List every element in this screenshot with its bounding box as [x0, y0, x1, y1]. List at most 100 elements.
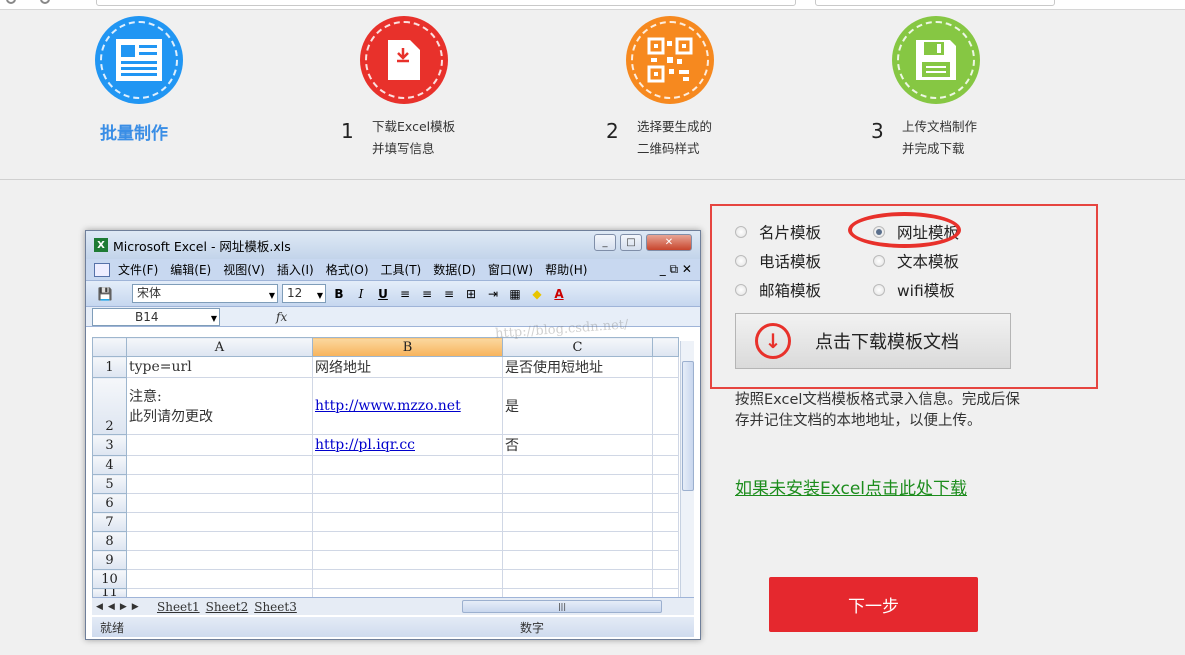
excel-example-window: X Microsoft Excel - 网址模板.xls _ □ ✕ 文件(F)… — [85, 230, 701, 640]
cell: 注意: 此列请勿更改 — [126, 377, 313, 435]
chevron-down-icon: ▼ — [316, 291, 323, 300]
row-header: 3 — [92, 434, 127, 456]
option-card-template[interactable]: 名片模板 — [735, 221, 821, 243]
step1-line1: 下载Excel模板 — [372, 119, 456, 134]
indent-icon: ⇥ — [487, 286, 499, 301]
radio-unchecked[interactable] — [735, 255, 747, 267]
font-color-icon: A — [554, 286, 564, 301]
qr-code-icon — [647, 37, 693, 83]
step2-text: 选择要生成的 二维码样式 — [637, 116, 712, 160]
excel-window-title: Microsoft Excel - 网址模板.xls — [113, 238, 291, 254]
table-row: 5 — [92, 474, 679, 494]
table-row: 3 http://pl.iqr.cc 否 — [92, 434, 679, 456]
column-header: C — [502, 337, 653, 357]
fx-icon: fx — [276, 309, 288, 324]
option-wifi-template[interactable]: wifi模板 — [873, 279, 955, 301]
menu-insert: 插入(I) — [276, 263, 314, 277]
refresh-icon[interactable] — [40, 0, 50, 4]
sheet-tabs-bar: ◀◀▶▶ Sheet1 Sheet2 Sheet3 ||| — [92, 597, 694, 615]
menu-view: 视图(V) — [223, 263, 265, 277]
step1-number: 1 — [341, 119, 354, 143]
row-header: 7 — [92, 512, 127, 532]
radio-unchecked[interactable] — [735, 284, 747, 296]
highlight-ring — [848, 212, 961, 248]
table-row: 6 — [92, 493, 679, 513]
menu-file: 文件(F) — [118, 263, 159, 277]
font-size-select: 12 ▼ — [282, 284, 326, 303]
excel-status-bar: 就绪 数字 — [92, 617, 694, 637]
back-icon[interactable] — [6, 0, 16, 4]
save-floppy-icon — [916, 40, 956, 80]
horizontal-scroll-thumb: ||| — [462, 600, 662, 613]
maximize-icon: □ — [620, 234, 642, 251]
table-row: 9 — [92, 550, 679, 570]
sheet-tab: Sheet3 — [254, 599, 297, 614]
corner-cell — [92, 337, 127, 357]
option-phone-template[interactable]: 电话模板 — [735, 250, 821, 272]
step3-line2: 并完成下载 — [902, 141, 965, 156]
table-row: 10 — [92, 569, 679, 589]
name-box: B14 ▼ — [92, 307, 220, 326]
cell — [652, 377, 679, 435]
row-header: 4 — [92, 455, 127, 475]
table-row: 2 注意: 此列请勿更改 http://www.mzzo.net 是 — [92, 377, 679, 435]
spreadsheet-grid: A B C 1 type=url 网络地址 是否使用短地址 2 注意: 此列请勿更… — [92, 337, 679, 598]
bold-icon: B — [334, 286, 344, 301]
step3-text: 上传文档制作 并完成下载 — [902, 116, 977, 160]
excel-toolbar: 💾 宋体 ▼ 12 ▼ B I U ≡ ≡ ≡ ⊞ ⇥ ▦ ◆ A — [86, 281, 700, 307]
sheet-nav-arrows: ◀◀▶▶ — [96, 601, 144, 612]
step2-icon — [626, 16, 714, 104]
next-step-button[interactable]: 下一步 — [769, 577, 978, 632]
option-text-template[interactable]: 文本模板 — [873, 250, 959, 272]
menu-window: 窗口(W) — [487, 263, 534, 277]
table-row: 8 — [92, 531, 679, 551]
cell-link: http://www.mzzo.net — [315, 398, 461, 414]
status-ready: 就绪 — [100, 620, 125, 635]
row-header: 10 — [92, 569, 127, 589]
step3-icon — [892, 16, 980, 104]
install-excel-link[interactable]: 如果未安装Excel点击此处下载 — [735, 474, 967, 499]
column-header: A — [126, 337, 313, 357]
close-icon: ✕ — [646, 234, 692, 251]
excel-title-bar: X Microsoft Excel - 网址模板.xls _ □ ✕ — [86, 231, 700, 259]
cell: 网络地址 — [312, 356, 503, 378]
borders-icon: ▦ — [509, 286, 521, 301]
cell: 否 — [502, 434, 653, 456]
cell: http://pl.iqr.cc — [312, 434, 503, 456]
step3-number: 3 — [871, 119, 884, 143]
option-email-template[interactable]: 邮箱模板 — [735, 279, 821, 301]
batch-title: 批量制作 — [100, 124, 168, 144]
instructions-text: 按照Excel文档模板格式录入信息。完成后保存并记住文档的本地地址，以便上传。 — [735, 392, 1020, 429]
cell — [652, 434, 679, 456]
cell: type=url — [126, 356, 313, 378]
menu-window-controls: _ ⧉ ✕ — [659, 262, 692, 276]
align-center-icon: ≡ — [421, 286, 433, 301]
row-header: 2 — [92, 377, 127, 435]
row-header: 5 — [92, 474, 127, 494]
download-template-button[interactable]: ↓ 点击下载模板文档 — [735, 313, 1011, 369]
align-left-icon: ≡ — [399, 286, 411, 301]
menu-data: 数据(D) — [433, 263, 476, 277]
radio-unchecked[interactable] — [873, 284, 885, 296]
step3-line1: 上传文档制作 — [902, 119, 978, 134]
name-box-value: B14 — [135, 309, 159, 324]
document-list-icon — [116, 39, 162, 81]
radio-unchecked[interactable] — [873, 255, 885, 267]
column-header: B — [312, 337, 503, 357]
batch-step-icon — [95, 16, 183, 104]
excel-menu-bar: 文件(F) 编辑(E) 视图(V) 插入(I) 格式(O) 工具(T) 数据(D… — [86, 259, 700, 281]
fill-color-icon: ◆ — [532, 286, 542, 301]
step2-line2: 二维码样式 — [637, 141, 700, 156]
option-label: 名片模板 — [759, 224, 822, 242]
chevron-down-icon: ▼ — [210, 313, 217, 323]
browser-toolbar — [0, 0, 1185, 10]
table-row: 4 — [92, 455, 679, 475]
scroll-thumb — [682, 361, 694, 491]
row-header: 6 — [92, 493, 127, 513]
radio-unchecked[interactable] — [735, 226, 747, 238]
minimize-icon: _ — [594, 234, 616, 251]
status-num: 数字 — [520, 620, 545, 635]
search-bar[interactable] — [815, 0, 1055, 6]
address-bar[interactable] — [96, 0, 796, 6]
row-header: 8 — [92, 531, 127, 551]
